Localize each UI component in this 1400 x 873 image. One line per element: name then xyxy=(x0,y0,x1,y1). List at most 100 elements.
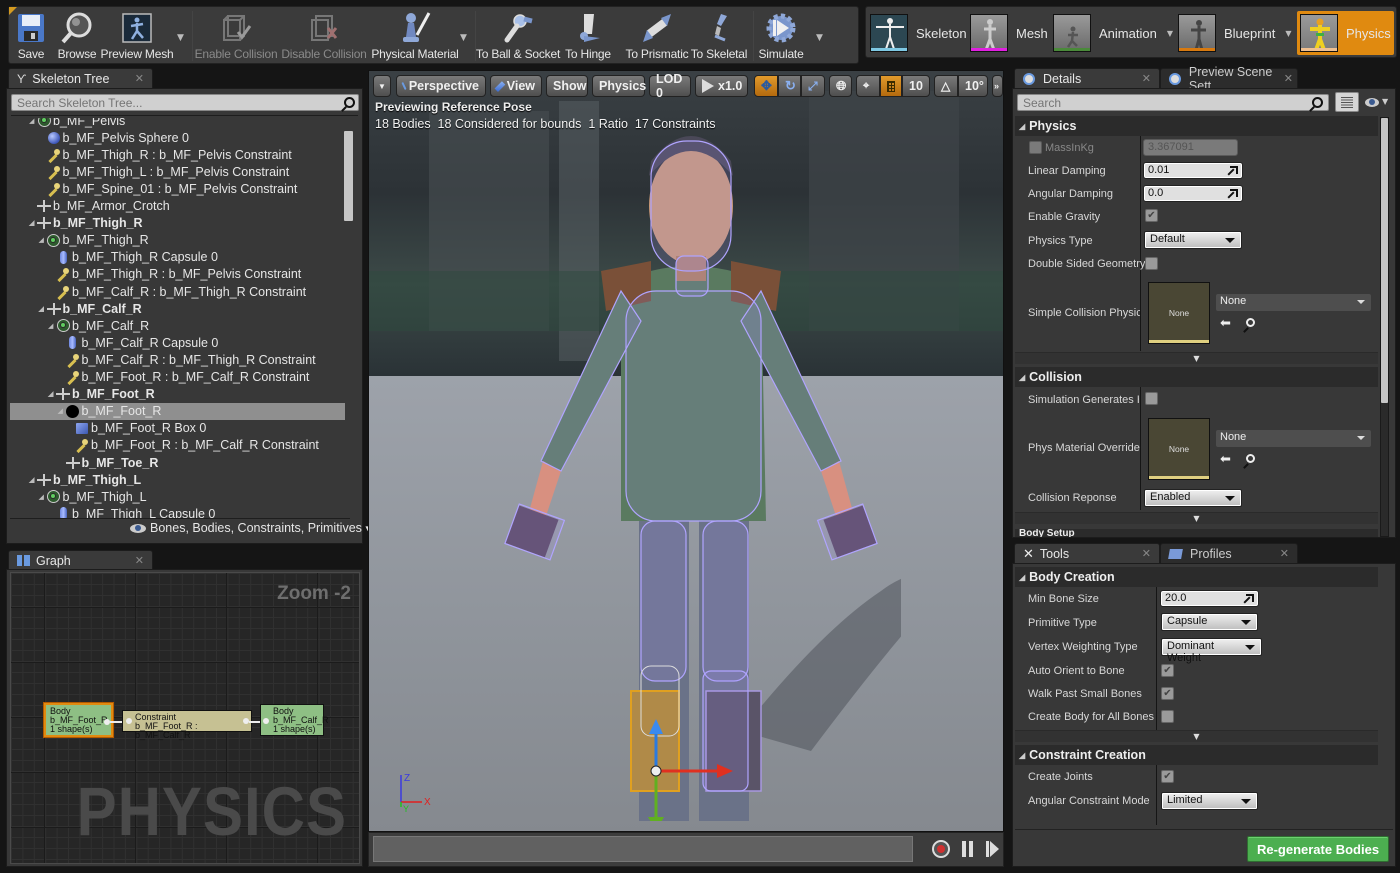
pause-button[interactable] xyxy=(962,841,974,857)
tree-row[interactable]: b_MF_Spine_01 : b_MF_Pelvis Constraint xyxy=(10,180,345,197)
to-prismatic-button[interactable]: To Prismatic xyxy=(619,7,695,65)
property-matrix-button[interactable] xyxy=(1335,92,1359,112)
collision-category-header[interactable]: ◢ Collision xyxy=(1015,367,1378,387)
physics-category-header[interactable]: ◢ Physics xyxy=(1015,116,1378,136)
close-icon[interactable]: ✕ xyxy=(1280,547,1289,560)
expand-arrow-icon[interactable]: ◢ xyxy=(29,476,37,484)
double-sided-checkbox[interactable] xyxy=(1145,257,1158,270)
details-search-input[interactable] xyxy=(1017,94,1329,111)
world-local-button[interactable]: 🌐︎ xyxy=(829,75,852,97)
browse-asset-icon[interactable] xyxy=(1246,454,1255,463)
column-splitter[interactable] xyxy=(1156,765,1157,825)
close-icon[interactable]: ✕ xyxy=(135,554,144,567)
collision-response-dropdown[interactable]: Enabled xyxy=(1144,489,1242,507)
simple-collision-thumbnail[interactable]: None xyxy=(1148,282,1210,344)
tree-row[interactable]: ◢ b_MF_Calf_R xyxy=(10,317,345,334)
tree-row[interactable]: b_MF_Foot_R : b_MF_Calf_R Constraint xyxy=(10,437,345,454)
graph-node-constraint[interactable]: Constraint b_MF_Foot_R : b_MF_Calf_R xyxy=(122,710,252,740)
tree-row[interactable]: ◢ b_MF_Foot_R xyxy=(10,402,345,420)
viewport[interactable]: ▼ Perspective View Show Physics LOD 0 x1… xyxy=(368,70,1004,832)
enable-collision-button[interactable]: Enable Collision xyxy=(195,7,278,65)
mode-skeleton[interactable]: Skeleton xyxy=(870,11,970,55)
visibility-options-button[interactable]: ▼ xyxy=(1365,97,1393,109)
show-button[interactable]: Show xyxy=(546,75,588,97)
rotation-snap-value[interactable]: 10° xyxy=(958,75,988,97)
close-icon[interactable]: ✕ xyxy=(1142,547,1151,560)
body-creation-category-header[interactable]: ◢ Body Creation xyxy=(1015,567,1378,587)
preview-mesh-dropdown-icon[interactable]: ▼ xyxy=(177,33,184,43)
column-splitter[interactable] xyxy=(1156,587,1157,730)
use-selected-arrow-icon[interactable]: ⬅ xyxy=(1220,452,1231,467)
simulate-dropdown-icon[interactable]: ▼ xyxy=(816,33,823,43)
graph-node-body-calf[interactable]: Body b_MF_Calf_R 1 shape(s) xyxy=(260,704,329,736)
expand-arrow-icon[interactable]: ◢ xyxy=(29,219,37,227)
body-setup-category-header[interactable]: Body Setup xyxy=(1015,529,1378,537)
mode-mesh[interactable]: Mesh xyxy=(970,11,1052,55)
play-speed-button[interactable]: x1.0 xyxy=(695,75,748,97)
mode-blueprint[interactable]: Blueprint ▼ xyxy=(1178,11,1296,55)
rotation-snap-toggle[interactable]: △ xyxy=(934,75,958,97)
tab-profiles[interactable]: Profiles ✕ xyxy=(1160,543,1298,563)
tree-row[interactable]: b_MF_Thigh_R Capsule 0 xyxy=(10,249,345,266)
browse-asset-icon[interactable] xyxy=(1246,318,1255,327)
tree-row[interactable]: b_MF_Thigh_R : b_MF_Pelvis Constraint xyxy=(10,146,345,163)
graph-node-body-foot[interactable]: Body b_MF_Foot_R 1 shape(s) xyxy=(44,703,113,737)
constraint-creation-category-header[interactable]: ◢ Constraint Creation xyxy=(1015,745,1378,765)
physics-type-dropdown[interactable]: Default xyxy=(1144,231,1242,249)
advanced-expander[interactable]: ▼ xyxy=(1015,352,1378,364)
surface-snap-button[interactable]: ⌖ xyxy=(856,75,880,97)
advanced-expander[interactable]: ▼ xyxy=(1015,512,1378,524)
to-hinge-button[interactable]: To Hinge xyxy=(564,7,612,65)
tab-skeleton-tree[interactable]: Ƴ Skeleton Tree ✕ xyxy=(8,68,153,88)
browse-button[interactable]: Browse xyxy=(57,7,97,65)
expand-arrow-icon[interactable]: ◢ xyxy=(39,493,47,501)
tree-row[interactable]: b_MF_Thigh_R : b_MF_Pelvis Constraint xyxy=(10,266,345,283)
graph-pin[interactable] xyxy=(263,718,269,724)
blueprint-dropdown-icon[interactable]: ▼ xyxy=(1285,29,1291,38)
to-skeletal-button[interactable]: To Skeletal xyxy=(691,7,747,65)
tab-tools[interactable]: ✕ Tools ✕ xyxy=(1014,543,1160,563)
tab-details[interactable]: Details ✕ xyxy=(1014,68,1160,88)
tree-row[interactable]: b_MF_Foot_R Box 0 xyxy=(10,420,345,437)
physics-view-button[interactable]: Physics xyxy=(592,75,646,97)
tree-row[interactable]: b_MF_Calf_R : b_MF_Thigh_R Constraint xyxy=(10,351,345,368)
expand-arrow-icon[interactable]: ◢ xyxy=(29,118,37,125)
expand-arrow-icon[interactable]: ◢ xyxy=(48,322,56,330)
auto-orient-checkbox[interactable]: ✔ xyxy=(1161,664,1174,677)
tree-filter-button[interactable]: Bones, Bodies, Constraints, Primitives ▼ xyxy=(130,520,372,536)
tree-row[interactable]: b_MF_Calf_R : b_MF_Thigh_R Constraint xyxy=(10,283,345,300)
close-icon[interactable]: ✕ xyxy=(1284,72,1293,85)
animation-dropdown-icon[interactable]: ▼ xyxy=(1167,29,1173,38)
record-button[interactable] xyxy=(932,840,950,858)
tree-row[interactable]: b_MF_Toe_R xyxy=(10,454,345,471)
create-all-checkbox[interactable] xyxy=(1161,710,1174,723)
grid-snap-value[interactable]: 10 xyxy=(902,75,930,97)
expand-arrow-icon[interactable]: ◢ xyxy=(48,390,56,398)
mass-override-checkbox[interactable] xyxy=(1029,141,1042,154)
tree-scrollbar[interactable] xyxy=(344,131,353,221)
expand-arrow-icon[interactable]: ◢ xyxy=(39,236,47,244)
view-mode-button[interactable]: View xyxy=(490,75,542,97)
column-splitter[interactable] xyxy=(1140,387,1141,510)
phys-material-picker[interactable]: None xyxy=(1216,430,1371,447)
preview-mesh-button[interactable]: Preview Mesh xyxy=(101,7,174,65)
linear-damping-input[interactable]: 0.01 xyxy=(1143,162,1243,179)
physical-material-dropdown-icon[interactable]: ▼ xyxy=(460,33,467,43)
enable-gravity-checkbox[interactable]: ✔ xyxy=(1145,209,1158,222)
perspective-button[interactable]: Perspective xyxy=(396,75,486,97)
search-icon[interactable] xyxy=(344,97,355,108)
close-icon[interactable]: ✕ xyxy=(1142,72,1151,85)
graph-pin[interactable] xyxy=(126,718,132,724)
regenerate-bodies-button[interactable]: Re-generate Bodies xyxy=(1247,836,1389,862)
tree-row[interactable]: ◢ b_MF_Calf_R xyxy=(10,300,345,317)
disable-collision-button[interactable]: Disable Collision xyxy=(281,7,367,65)
sim-generates-hits-checkbox[interactable] xyxy=(1145,392,1158,405)
graph-canvas[interactable]: Zoom -2 PHYSICS Body b_MF_Foot_R 1 shape… xyxy=(10,572,360,864)
mode-animation[interactable]: Animation ▼ xyxy=(1053,11,1175,55)
tree-row[interactable]: b_MF_Thigh_L : b_MF_Pelvis Constraint xyxy=(10,163,345,180)
tree-row[interactable]: b_MF_Pelvis Sphere 0 xyxy=(10,129,345,146)
step-forward-button[interactable] xyxy=(986,841,1000,857)
primitive-type-dropdown[interactable]: Capsule xyxy=(1161,613,1258,631)
lod-button[interactable]: LOD 0 xyxy=(649,72,691,100)
tab-preview-scene-settings[interactable]: Preview Scene Sett ✕ xyxy=(1160,65,1298,93)
